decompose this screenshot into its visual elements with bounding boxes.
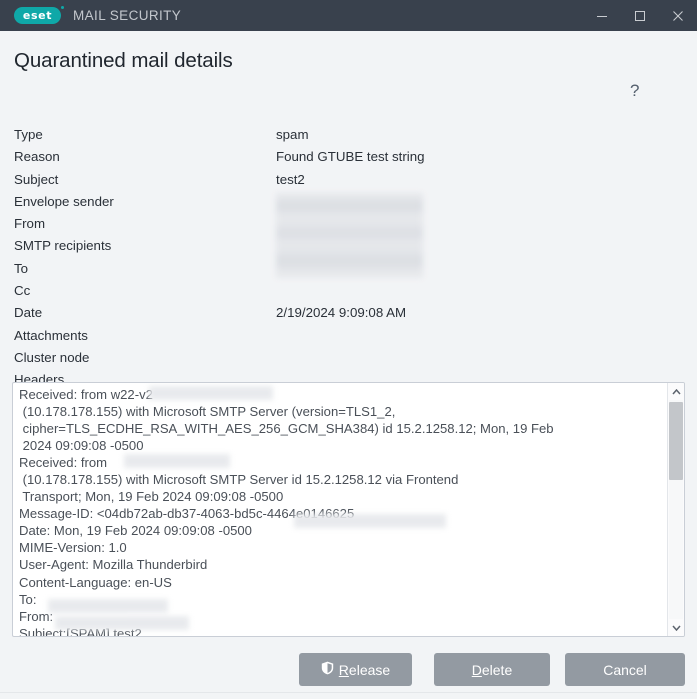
field-value: spam	[276, 127, 309, 142]
headers-line: MIME-Version: 1.0	[19, 540, 127, 556]
field-label: Envelope sender	[14, 193, 114, 209]
field-value: 2/19/2024 9:09:08 AM	[276, 305, 407, 321]
headers-line: 2024 09:09:08 -0500	[19, 438, 144, 454]
headers-textbox[interactable]: Received: from w22-v2 (10.178.178.155) w…	[12, 382, 685, 637]
help-icon[interactable]: ?	[630, 81, 639, 101]
headers-redaction	[124, 454, 230, 468]
eset-logo: eset	[14, 6, 64, 24]
field-label: Cc	[14, 283, 31, 299]
field-value: test2	[276, 171, 305, 187]
field-label: SMTP recipients	[14, 238, 112, 254]
scrollbar-thumb[interactable]	[669, 402, 683, 480]
delete-mnemonic: D	[471, 661, 482, 678]
chevron-up-icon[interactable]	[668, 383, 684, 400]
logo-registered-dot	[61, 6, 64, 9]
redacted-values-overlay	[276, 193, 423, 278]
headers-line: cipher=TLS_ECDHE_RSA_WITH_AES_256_GCM_SH…	[19, 421, 554, 437]
field-row: Attachments	[0, 326, 697, 348]
headers-redaction	[48, 599, 168, 613]
headers-line: Transport; Mon, 19 Feb 2024 09:09:08 -05…	[19, 489, 284, 505]
minimize-icon[interactable]	[583, 0, 621, 31]
page-header: Quarantined mail details ?	[0, 31, 697, 100]
delete-button[interactable]: Delete	[434, 653, 550, 686]
close-icon[interactable]	[659, 0, 697, 31]
field-row: Subject test2	[0, 170, 697, 192]
page-title: Quarantined mail details	[14, 49, 233, 72]
release-label-rest: elease	[348, 661, 391, 678]
field-label: Attachments	[14, 327, 88, 343]
headers-line: User-Agent: Mozilla Thunderbird	[19, 557, 208, 573]
headers-line: (10.178.178.155) with Microsoft SMTP Ser…	[19, 404, 396, 420]
cancel-button[interactable]: Cancel	[565, 653, 685, 686]
field-row: Reason Found GTUBE test string	[0, 147, 697, 169]
field-value: Found GTUBE test string	[276, 149, 425, 165]
field-row: Cluster node	[0, 348, 697, 370]
headers-redaction	[55, 616, 189, 630]
field-label: To	[14, 260, 29, 276]
release-button-label: Release	[339, 662, 390, 678]
release-button[interactable]: Release	[299, 653, 412, 686]
headers-line: Received: from	[19, 455, 108, 471]
title-bar: eset MAIL SECURITY	[0, 0, 697, 31]
field-label: Type	[14, 127, 43, 142]
footer-separator	[0, 692, 697, 693]
product-name: MAIL SECURITY	[73, 8, 182, 23]
headers-redaction	[149, 386, 273, 400]
delete-label-rest: elete	[481, 661, 513, 678]
field-label: Cluster node	[14, 349, 90, 365]
field-row: Type spam	[0, 125, 697, 147]
headers-scrollbar[interactable]	[667, 383, 684, 636]
chevron-down-icon[interactable]	[668, 619, 684, 636]
headers-redaction	[294, 514, 446, 528]
window-controls	[583, 0, 697, 31]
field-label: Date	[14, 305, 43, 321]
shield-icon	[321, 661, 334, 678]
eset-wordmark: eset	[22, 9, 53, 22]
cancel-button-label: Cancel	[603, 661, 647, 678]
field-label: Reason	[14, 149, 60, 165]
headers-line: Received: from w22-v2	[19, 387, 153, 402]
delete-button-label: Delete	[472, 662, 512, 678]
field-label: From	[14, 216, 46, 232]
maximize-icon[interactable]	[621, 0, 659, 31]
field-label: Subject	[14, 171, 59, 187]
headers-line: (10.178.178.155) with Microsoft SMTP Ser…	[19, 472, 459, 488]
headers-line: Content-Language: en-US	[19, 574, 172, 590]
dialog-footer: Release Delete Cancel	[0, 645, 697, 699]
field-row: Cc	[0, 281, 697, 303]
release-mnemonic: R	[338, 661, 349, 678]
field-row: Date 2/19/2024 9:09:08 AM	[0, 303, 697, 325]
